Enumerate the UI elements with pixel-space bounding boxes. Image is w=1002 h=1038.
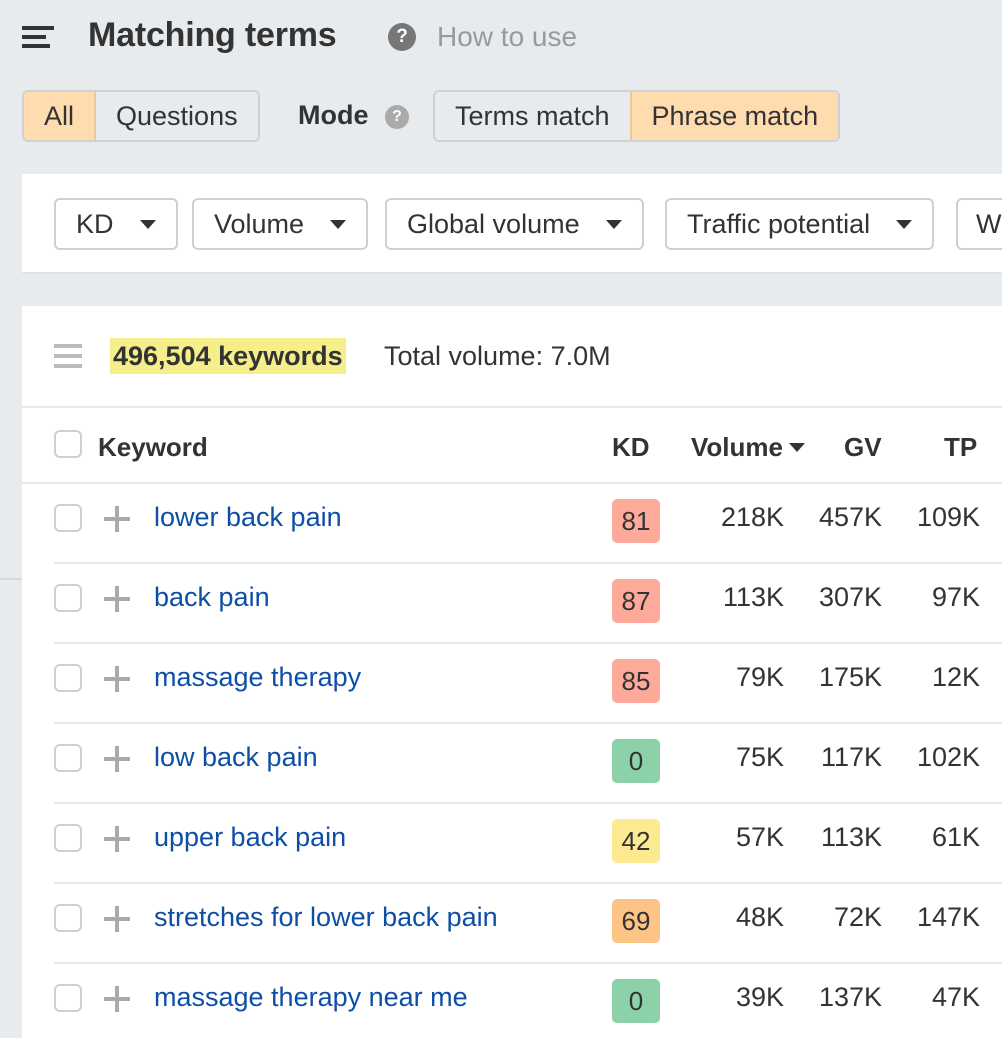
filter-bar: KD Volume Global volume Traffic potentia… (22, 174, 1002, 274)
plus-icon[interactable] (104, 506, 130, 532)
gv-value: 113K (820, 822, 882, 852)
volume-value: 218K (720, 502, 784, 532)
column-header-kd[interactable]: KD (612, 432, 650, 463)
tp-value: 102K (916, 742, 980, 772)
tp-value: 47K (931, 982, 980, 1012)
volume-value: 48K (735, 902, 784, 932)
filter-label: KD (76, 208, 114, 239)
toggle-all[interactable]: All (24, 92, 95, 140)
keyword-link[interactable]: lower back pain (154, 502, 342, 533)
gv-value: 72K (833, 902, 882, 932)
column-header-keyword[interactable]: Keyword (98, 432, 208, 463)
row-checkbox[interactable] (54, 824, 82, 852)
list-icon[interactable] (54, 344, 82, 368)
keyword-link[interactable]: massage therapy near me (154, 982, 468, 1013)
results-panel: 496,504 keywords Total volume: 7.0M Keyw… (22, 306, 1002, 1038)
column-header-tp[interactable]: TP (944, 432, 977, 463)
tp-value: 97K (931, 582, 980, 612)
keyword-link[interactable]: stretches for lower back pain (154, 902, 498, 933)
caret-down-icon (139, 219, 156, 229)
gv-value: 307K (818, 582, 882, 612)
plus-icon[interactable] (104, 666, 130, 692)
tp-value: 147K (916, 902, 980, 932)
toggle-terms-match[interactable]: Terms match (435, 92, 630, 140)
filter-label: Volume (214, 208, 305, 239)
plus-icon[interactable] (104, 906, 130, 932)
plus-icon[interactable] (104, 986, 130, 1012)
row-checkbox[interactable] (54, 504, 82, 532)
plus-icon[interactable] (104, 826, 130, 852)
gv-value: 175K (818, 662, 882, 692)
keyword-link[interactable]: low back pain (154, 742, 318, 773)
plus-icon[interactable] (104, 746, 130, 772)
filter-kd-dropdown[interactable]: KD (54, 198, 178, 250)
kd-badge: 81 (612, 499, 660, 543)
kd-badge: 85 (612, 659, 660, 703)
table-row: back pain 87 113K 307K 97K (54, 564, 1002, 644)
table-row: upper back pain 42 57K 113K 61K (54, 804, 1002, 884)
volume-value: 79K (735, 662, 784, 692)
sort-desc-icon (788, 443, 805, 452)
row-checkbox[interactable] (54, 904, 82, 932)
toggle-phrase-match[interactable]: Phrase match (629, 92, 839, 140)
total-volume: Total volume: 7.0M (384, 341, 611, 371)
volume-value: 39K (735, 982, 784, 1012)
gv-value: 457K (818, 502, 882, 532)
kd-badge: 42 (612, 819, 660, 863)
column-header-gv[interactable]: GV (844, 432, 882, 463)
filter-truncated-dropdown[interactable]: W (956, 198, 1002, 250)
divider (0, 578, 22, 580)
gv-value: 117K (820, 742, 882, 772)
filter-volume-dropdown[interactable]: Volume (192, 198, 369, 250)
table-row: lower back pain 81 218K 457K 109K (54, 484, 1002, 564)
filter-label: Global volume (407, 208, 580, 239)
kd-badge: 69 (612, 899, 660, 943)
table-row: low back pain 0 75K 117K 102K (54, 724, 1002, 804)
kd-badge: 0 (612, 739, 660, 783)
kd-badge: 87 (612, 579, 660, 623)
question-circle-icon[interactable]: ? (388, 23, 416, 51)
row-checkbox[interactable] (54, 584, 82, 612)
caret-down-icon (896, 219, 913, 229)
tp-value: 109K (916, 502, 980, 532)
kd-badge: 0 (612, 979, 660, 1023)
filter-label: W (976, 208, 1002, 239)
column-header-volume[interactable]: Volume (691, 432, 805, 463)
plus-icon[interactable] (104, 586, 130, 612)
row-checkbox[interactable] (54, 664, 82, 692)
column-header-volume-label: Volume (691, 432, 783, 462)
keyword-count: 496,504 keywords (110, 338, 346, 374)
how-to-use-link[interactable]: How to use (437, 21, 577, 53)
filter-traffic-potential-dropdown[interactable]: Traffic potential (665, 198, 935, 250)
table-row: stretches for lower back pain 69 48K 72K… (54, 884, 1002, 964)
question-circle-icon[interactable]: ? (385, 105, 409, 129)
filter-global-volume-dropdown[interactable]: Global volume (385, 198, 644, 250)
results-summary: 496,504 keywords Total volume: 7.0M (22, 306, 1002, 408)
table-row: massage therapy 85 79K 175K 12K (54, 644, 1002, 724)
row-checkbox[interactable] (54, 984, 82, 1012)
caret-down-icon (330, 219, 347, 229)
toggle-questions[interactable]: Questions (94, 92, 258, 140)
mode-label: Mode (298, 100, 369, 130)
volume-value: 57K (735, 822, 784, 852)
page-title: Matching terms (88, 16, 337, 54)
keyword-type-toggle: All Questions (22, 90, 260, 142)
table-header: Keyword KD Volume GV TP (22, 408, 1002, 484)
keyword-link[interactable]: massage therapy (154, 662, 361, 693)
volume-value: 113K (722, 582, 784, 612)
keyword-link[interactable]: back pain (154, 582, 270, 613)
table-row: massage therapy near me 0 39K 137K 47K (54, 964, 1002, 1038)
keyword-link[interactable]: upper back pain (154, 822, 346, 853)
mode-toggle: Terms match Phrase match (433, 90, 841, 142)
tp-value: 12K (931, 662, 980, 692)
tp-value: 61K (931, 822, 980, 852)
gv-value: 137K (818, 982, 882, 1012)
row-checkbox[interactable] (54, 744, 82, 772)
select-all-checkbox[interactable] (54, 430, 82, 458)
page: Matching terms ? How to use All Question… (0, 0, 1002, 1038)
hamburger-menu-icon[interactable] (22, 26, 54, 48)
filter-label: Traffic potential (687, 208, 871, 239)
caret-down-icon (605, 219, 622, 229)
volume-value: 75K (735, 742, 784, 772)
